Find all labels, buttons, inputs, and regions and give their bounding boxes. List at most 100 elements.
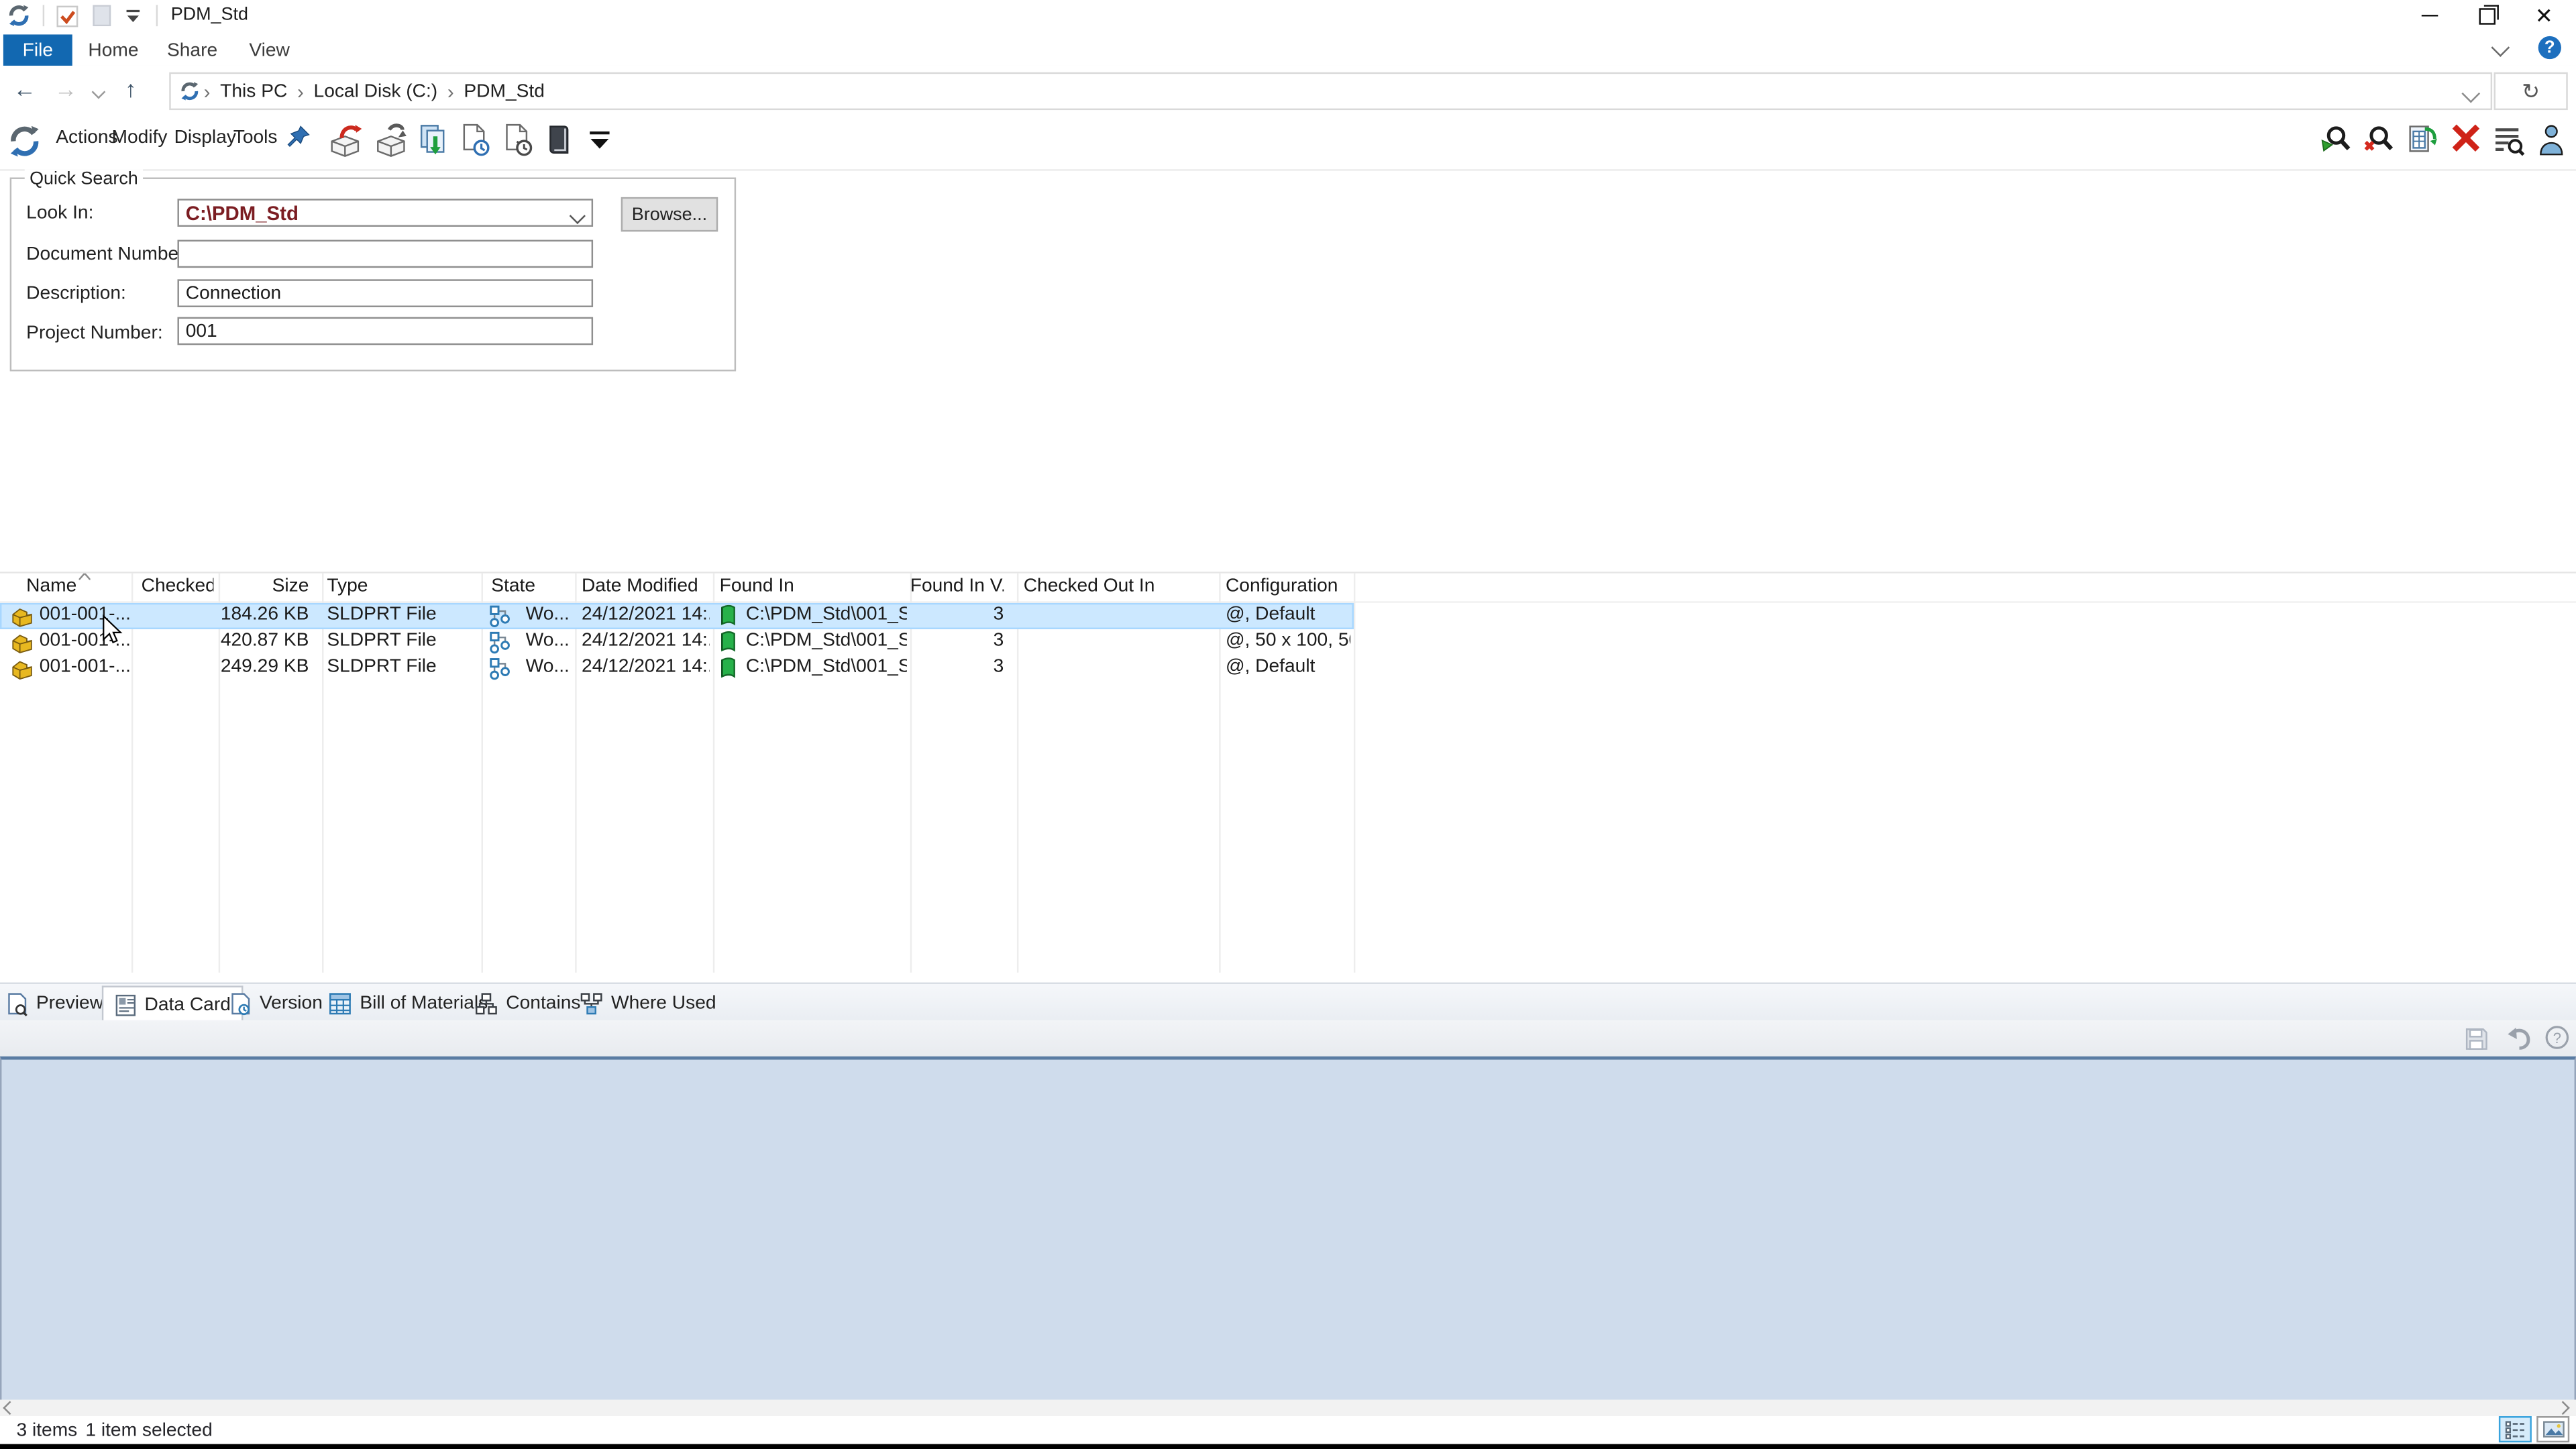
scroll-left-icon[interactable] [3,1401,17,1415]
column-divider[interactable] [1354,574,1355,973]
close-button[interactable]: ✕ [2515,0,2573,32]
address-field[interactable]: › This PC › Local Disk (C:) › PDM_Std [169,72,2492,110]
combo-chevron-icon[interactable] [570,208,586,224]
details-view-button[interactable] [2499,1416,2532,1442]
minimize-button[interactable] [2400,0,2458,32]
tab-view[interactable]: View [237,34,303,66]
tab-data-card[interactable]: Data Card [102,985,244,1022]
scroll-right-icon[interactable] [2557,1401,2570,1415]
data-card-icon [115,993,136,1016]
column-header-state[interactable]: State [491,577,535,596]
column-header-date-modified[interactable]: Date Modified [582,577,698,596]
restore-button[interactable] [2458,0,2516,32]
tab-where-used[interactable]: Where Used [580,985,716,1022]
vault-view-icon[interactable] [545,123,572,156]
check-in-icon[interactable] [371,123,411,158]
tab-share[interactable]: Share [160,34,225,66]
minimize-icon [2421,15,2437,16]
up-arrow-icon[interactable]: ↑ [125,76,136,102]
menu-actions[interactable]: Actions [56,128,117,148]
sldprt-part-icon [10,631,35,653]
window-title: PDM_Std [171,5,248,24]
breadcrumb-local-disk[interactable]: Local Disk (C:) [314,81,438,101]
close-search-icon[interactable] [2451,123,2481,153]
help-icon[interactable]: ? [2538,36,2561,59]
open-search-result-icon[interactable] [2407,123,2441,156]
project-number-label: Project Number: [26,323,162,343]
column-header-name[interactable]: Name [26,577,76,596]
recent-locations-chevron-icon[interactable] [94,87,104,97]
pin-icon[interactable] [286,125,311,153]
checked-document-icon[interactable] [56,4,78,27]
menu-display[interactable]: Display [174,128,236,148]
get-latest-version-icon[interactable] [417,123,450,158]
document-icon[interactable] [92,5,111,26]
where-used-icon [580,992,602,1015]
description-value: Connection [186,283,282,303]
description-label: Description: [26,284,126,304]
browse-button[interactable]: Browse... [621,197,718,231]
more-actions-dropdown-icon[interactable] [588,131,611,150]
refresh-button[interactable]: ↻ [2494,72,2568,110]
pdm-app-icon [7,3,32,28]
selected-count: 1 item selected [85,1421,212,1440]
file-row-2[interactable]: 001-001-... 420.87 KB SLDPRT File Wo... … [0,629,1354,655]
sldprt-part-icon [10,657,35,680]
titlebar-separator [43,5,44,26]
tab-home[interactable]: Home [80,34,146,66]
cell-found-in: C:\PDM_Std\001_S... [746,631,907,650]
menu-modify[interactable]: Modify [112,128,168,148]
cell-date-modified: 24/12/2021 14:... [582,657,710,677]
undo-icon[interactable] [2506,1027,2532,1050]
user-icon[interactable] [2538,123,2565,156]
check-out-icon[interactable] [325,123,365,158]
project-number-input[interactable]: 001 [177,317,593,345]
look-in-combobox[interactable]: C:\PDM_Std [177,199,593,227]
panel-help-icon[interactable]: ? [2544,1025,2569,1050]
file-row-1[interactable]: 001-001-... 184.26 KB SLDPRT File Wo... … [0,603,1354,629]
items-count: 3 items [16,1421,77,1440]
history-icon[interactable] [502,123,534,158]
menu-tools[interactable]: Tools [233,128,278,148]
qat-dropdown-icon[interactable] [125,10,141,23]
titlebar-separator [156,5,158,26]
preview-icon [7,991,28,1016]
column-header-checked-out-in[interactable]: Checked Out In [1024,577,1155,596]
column-header-found-in[interactable]: Found In [720,577,794,596]
column-header-type[interactable]: Type [327,577,368,596]
file-row-3[interactable]: 001-001-... 249.29 KB SLDPRT File Wo... … [0,655,1354,682]
tab-file[interactable]: File [3,34,72,66]
pdm-logo-icon [7,123,43,160]
cell-date-modified: 24/12/2021 14:... [582,604,710,624]
tab-bill-of-materials[interactable]: Bill of Materials [329,985,488,1022]
horizontal-scrollbar[interactable] [0,1400,2576,1416]
breadcrumb-pdm-std[interactable]: PDM_Std [464,81,545,101]
save-icon[interactable] [2464,1027,2489,1052]
list-header: Name Checked ... Size Type State Date Mo… [0,574,2576,603]
get-version-icon[interactable] [460,123,492,158]
column-header-found-in-versions[interactable]: Found In V... [910,577,1004,596]
address-location-icon [179,80,201,102]
breadcrumb-this-pc[interactable]: This PC [220,81,287,101]
ribbon-tab-row: File Home Share View ? [0,32,2576,68]
minimize-ribbon-icon[interactable] [2494,41,2508,54]
column-header-size[interactable]: Size [219,577,309,596]
thumbnail-view-button[interactable] [2536,1416,2569,1442]
description-input[interactable]: Connection [177,279,593,307]
run-search-icon[interactable] [2320,123,2353,156]
back-arrow-icon[interactable]: ← [13,76,36,102]
forward-arrow-icon[interactable]: → [54,76,77,102]
column-header-checked-out-by[interactable]: Checked ... [142,577,214,596]
column-header-configuration[interactable]: Configuration [1226,577,1338,596]
bottom-edge-strip [0,1444,2576,1449]
tab-preview[interactable]: Preview [7,985,103,1022]
document-number-input[interactable] [177,240,593,268]
tab-contains[interactable]: Contains [475,985,581,1022]
tab-version[interactable]: Version [230,985,323,1022]
search-list-icon[interactable] [2492,123,2525,156]
clear-search-icon[interactable] [2363,123,2396,156]
cell-date-modified: 24/12/2021 14:... [582,631,710,650]
sldprt-part-icon [10,604,35,627]
status-bar: 3 items 1 item selected [0,1416,2576,1444]
address-dropdown-chevron-icon[interactable] [2464,87,2477,101]
